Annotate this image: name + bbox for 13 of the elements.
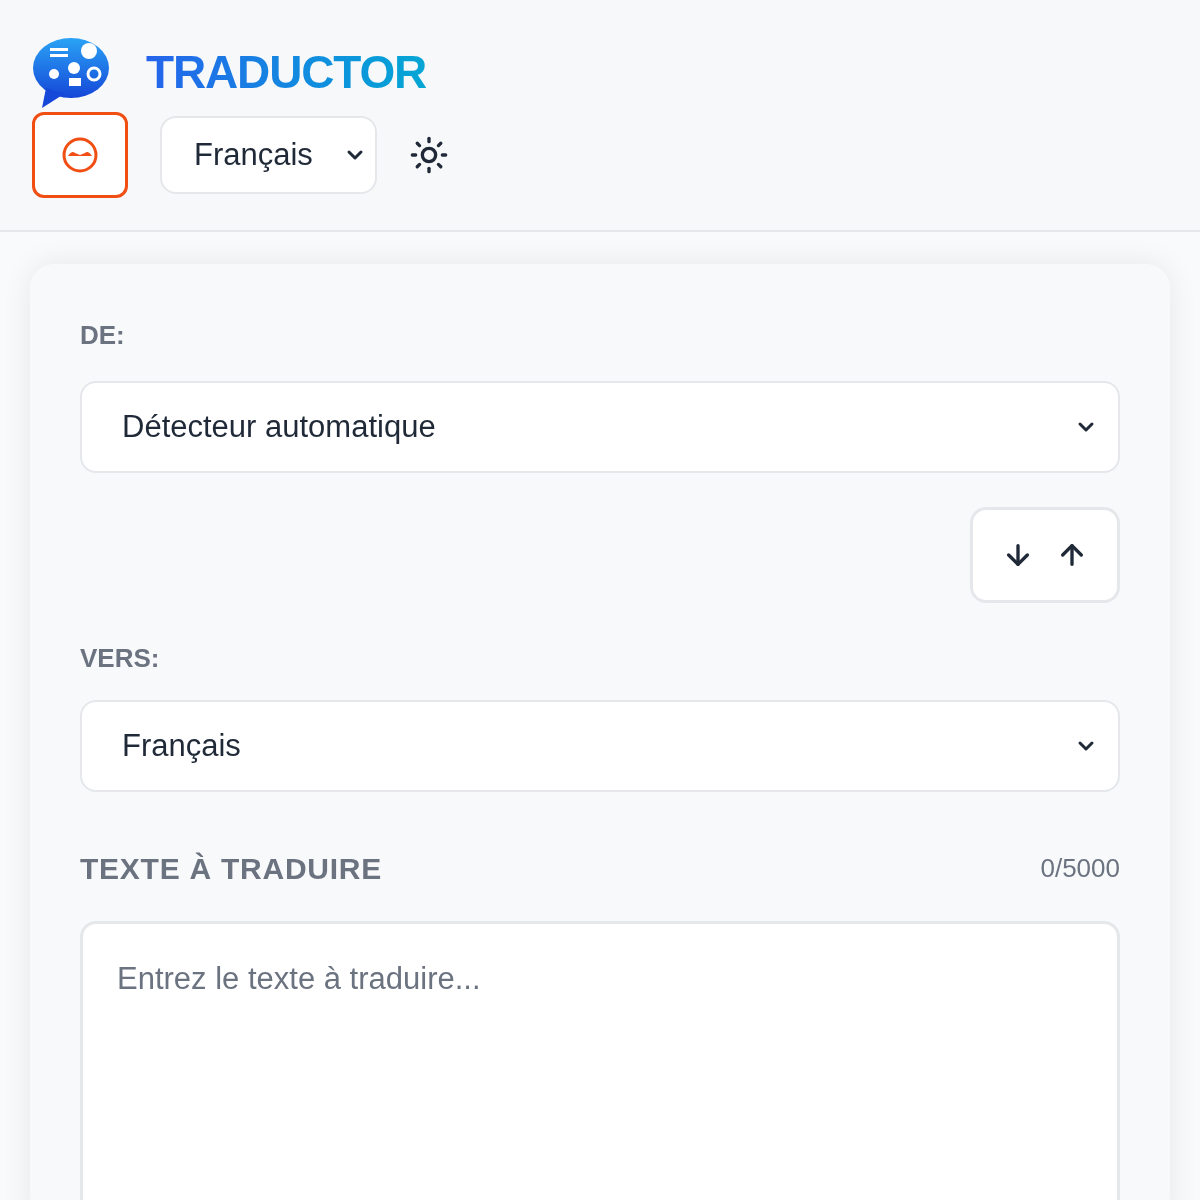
source-label: TEXTE À TRADUIRE <box>80 851 382 887</box>
chat-bubble-logo-icon <box>32 36 110 108</box>
mask-icon <box>61 136 99 174</box>
swap-button[interactable] <box>970 507 1120 603</box>
to-label: VERS: <box>80 642 161 675</box>
mask-button[interactable] <box>32 112 128 198</box>
language-select[interactable]: Français <box>80 700 1120 792</box>
character-counter: 0/5000 <box>1040 852 1120 885</box>
language-select[interactable]: Détecteur automatique <box>80 381 1120 473</box>
from-label: DE: <box>80 319 126 352</box>
language-select[interactable]: Français <box>160 116 377 194</box>
source-text-field[interactable]: Entrez le texte à traduire... <box>80 921 1120 1200</box>
sun-icon[interactable] <box>408 135 449 175</box>
